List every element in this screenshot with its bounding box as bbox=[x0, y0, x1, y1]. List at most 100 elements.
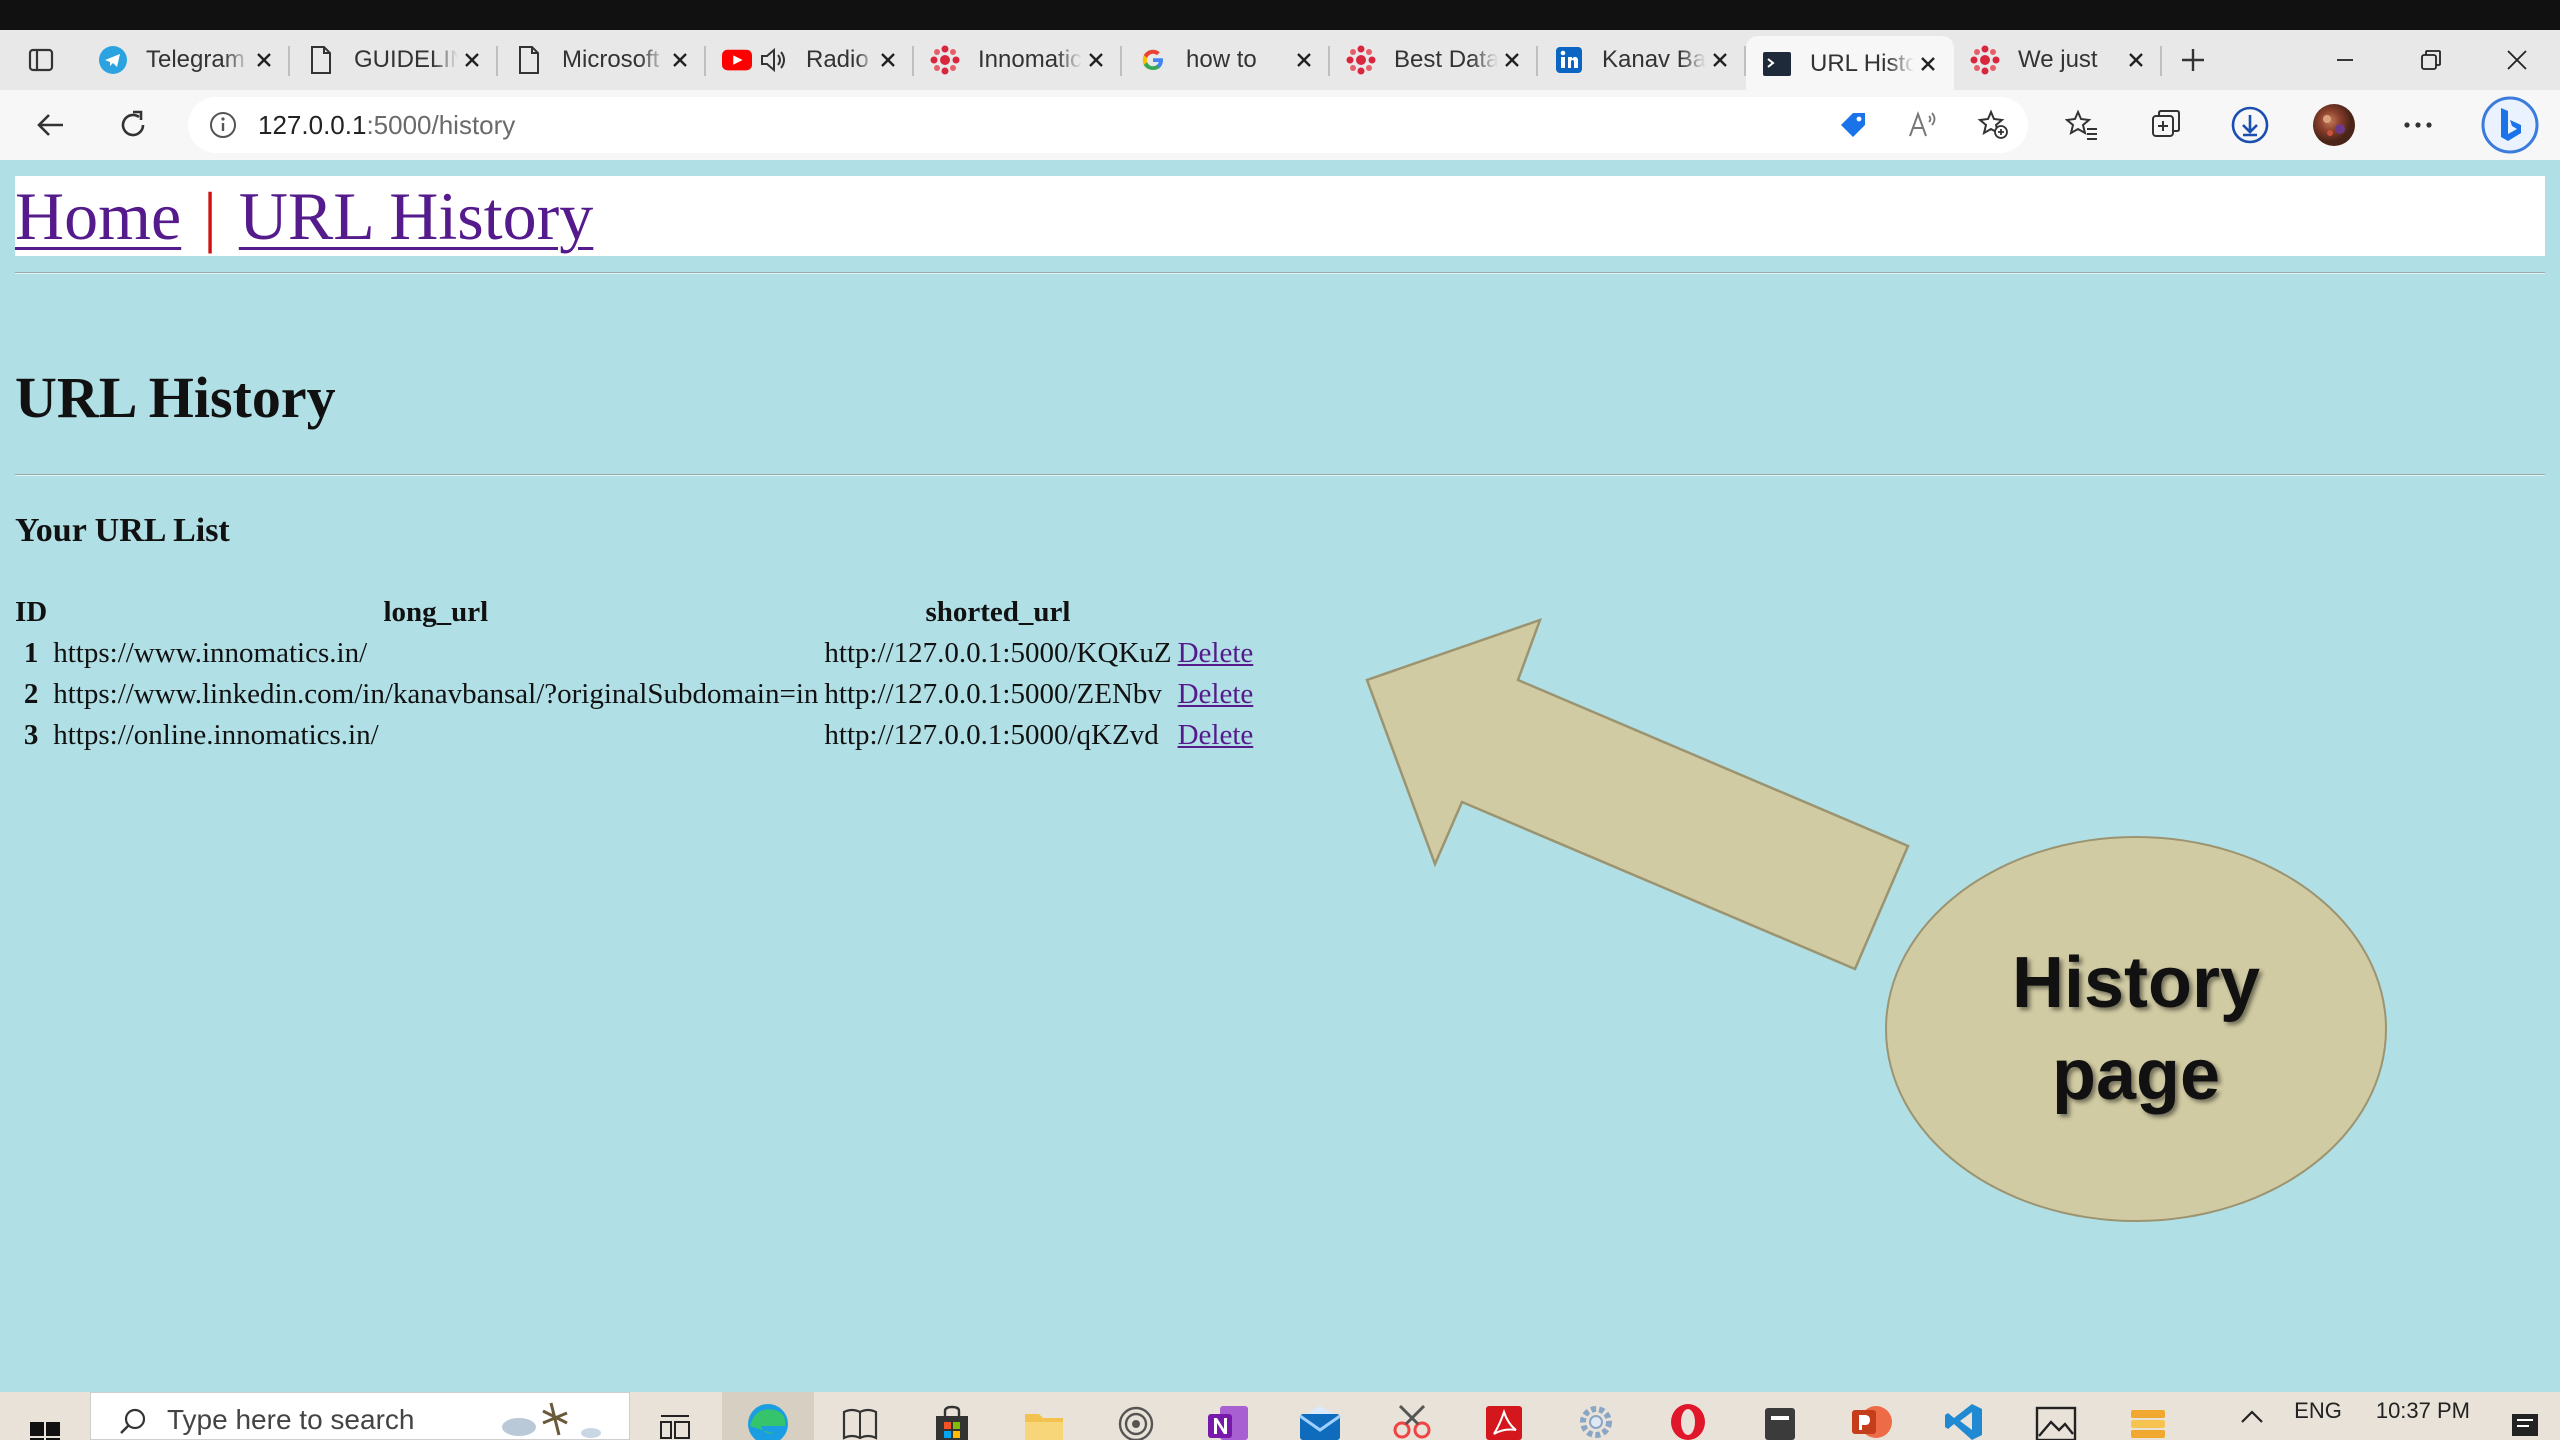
fingerprint-icon bbox=[1118, 1406, 1154, 1440]
close-icon[interactable] bbox=[458, 46, 486, 74]
taskbar-mail[interactable] bbox=[1274, 1392, 1366, 1440]
restore-button[interactable] bbox=[2388, 30, 2474, 90]
close-icon[interactable] bbox=[2122, 46, 2150, 74]
taskbar-photos[interactable] bbox=[2010, 1392, 2102, 1440]
delete-link[interactable]: Delete bbox=[1178, 637, 1254, 669]
read-aloud-icon[interactable] bbox=[1888, 97, 1958, 153]
divider bbox=[15, 272, 2545, 274]
bing-chat-button[interactable] bbox=[2460, 90, 2560, 160]
tab-title: We just bbox=[2018, 46, 2098, 73]
tab-radio[interactable]: Radio bbox=[706, 36, 914, 84]
taskbar-file-explorer[interactable] bbox=[998, 1392, 1090, 1440]
refresh-button[interactable] bbox=[92, 90, 174, 160]
tab-google-search[interactable]: how to bbox=[1122, 36, 1330, 84]
table-header-row: ID long_url shorted_url bbox=[15, 594, 1253, 631]
taskbar: Type here to search ENG 10:37 PM bbox=[0, 1392, 2560, 1440]
downloads-button[interactable] bbox=[2208, 90, 2292, 160]
tab-linkedin[interactable]: Kanav Bansal bbox=[1538, 36, 1746, 84]
close-icon[interactable] bbox=[666, 46, 694, 74]
column-header-short-url: shorted_url bbox=[925, 596, 1071, 628]
annotation-text: History page bbox=[2011, 943, 2261, 1115]
close-window-button[interactable] bbox=[2474, 30, 2560, 90]
close-icon[interactable] bbox=[1706, 46, 1734, 74]
mail-icon bbox=[1299, 1406, 1341, 1440]
close-icon bbox=[2507, 50, 2527, 70]
taskbar-snip[interactable] bbox=[1366, 1392, 1458, 1440]
favorites-button[interactable] bbox=[2040, 90, 2124, 160]
pdf-icon bbox=[1486, 1406, 1522, 1440]
taskbar-vscode[interactable] bbox=[1918, 1392, 2010, 1440]
taskbar-store[interactable] bbox=[906, 1392, 998, 1440]
add-favorite-icon[interactable] bbox=[1958, 97, 2028, 153]
window-top-strip bbox=[0, 0, 2560, 30]
taskbar-app-fingerprint[interactable] bbox=[1090, 1392, 1182, 1440]
tab-innomatics[interactable]: Innomatics bbox=[914, 36, 1122, 84]
short-url: http://127.0.0.1:5000/qKZvd bbox=[824, 719, 1159, 751]
minimize-button[interactable] bbox=[2302, 30, 2388, 90]
favorites-icon bbox=[2065, 109, 2097, 140]
photos-icon bbox=[2035, 1406, 2077, 1440]
taskbar-edge[interactable] bbox=[722, 1392, 814, 1440]
tab-title: Kanav Bansal bbox=[1602, 46, 1706, 73]
snip-icon bbox=[1393, 1404, 1431, 1439]
search-icon bbox=[120, 1408, 146, 1434]
tab-title: Radio bbox=[806, 46, 869, 73]
tab-telegram[interactable]: Telegram bbox=[82, 36, 290, 84]
address-bar[interactable]: 127.0.0.1:5000/history bbox=[188, 97, 2028, 153]
restore-icon bbox=[2421, 50, 2441, 70]
gear-icon bbox=[1580, 1406, 1612, 1438]
start-button[interactable] bbox=[0, 1392, 90, 1440]
close-icon[interactable] bbox=[1082, 46, 1110, 74]
address-url[interactable]: 127.0.0.1:5000/history bbox=[258, 110, 515, 141]
new-tab-button[interactable] bbox=[2162, 30, 2224, 90]
tab-microsoft[interactable]: Microsoft bbox=[498, 36, 706, 84]
taskbar-app-dark[interactable] bbox=[1734, 1392, 1826, 1440]
close-icon[interactable] bbox=[250, 46, 278, 74]
document-icon bbox=[514, 45, 544, 75]
info-icon[interactable] bbox=[188, 97, 258, 153]
taskbar-onenote[interactable] bbox=[1182, 1392, 1274, 1440]
clock[interactable]: 10:37 PM bbox=[2356, 1392, 2490, 1424]
taskbar-settings[interactable] bbox=[1550, 1392, 1642, 1440]
table-row: 3 https://online.innomatics.in/ http://1… bbox=[15, 717, 1253, 754]
show-hidden-icons-button[interactable] bbox=[2224, 1392, 2280, 1440]
shopping-tag-icon[interactable] bbox=[1818, 97, 1888, 153]
delete-link[interactable]: Delete bbox=[1178, 678, 1254, 710]
collections-button[interactable] bbox=[2124, 90, 2208, 160]
download-icon bbox=[2231, 106, 2269, 144]
browser-toolbar bbox=[2040, 90, 2560, 160]
delete-link[interactable]: Delete bbox=[1178, 719, 1254, 751]
url-history-link[interactable]: URL History bbox=[239, 177, 593, 256]
more-options-button[interactable] bbox=[2376, 90, 2460, 160]
nav-separator: | bbox=[203, 177, 217, 254]
task-view-icon bbox=[660, 1415, 690, 1439]
taskbar-app-stack[interactable] bbox=[2102, 1392, 2194, 1440]
taskbar-task-view[interactable] bbox=[630, 1392, 722, 1440]
taskbar-powerpoint[interactable] bbox=[1826, 1392, 1918, 1440]
taskbar-reader[interactable] bbox=[814, 1392, 906, 1440]
more-icon bbox=[2404, 122, 2432, 128]
row-id: 2 bbox=[23, 678, 39, 710]
telegram-icon bbox=[98, 45, 128, 75]
tab-url-history[interactable]: URL History bbox=[1746, 36, 1954, 92]
close-icon[interactable] bbox=[1498, 46, 1526, 74]
tab-actions-button[interactable] bbox=[0, 30, 82, 90]
taskbar-opera[interactable] bbox=[1642, 1392, 1734, 1440]
close-icon[interactable] bbox=[1914, 50, 1942, 78]
language-indicator[interactable]: ENG bbox=[2280, 1392, 2356, 1424]
notifications-button[interactable] bbox=[2490, 1392, 2560, 1440]
taskbar-acrobat[interactable] bbox=[1458, 1392, 1550, 1440]
home-link[interactable]: Home bbox=[15, 177, 181, 256]
speaker-icon[interactable] bbox=[758, 45, 788, 75]
profile-avatar[interactable] bbox=[2292, 90, 2376, 160]
tab-guidelines[interactable]: GUIDELINES bbox=[290, 36, 498, 84]
close-icon[interactable] bbox=[1290, 46, 1318, 74]
tab-we-just[interactable]: We just bbox=[1954, 36, 2162, 84]
taskbar-search-box[interactable]: Type here to search bbox=[90, 1392, 630, 1440]
back-button[interactable] bbox=[10, 90, 92, 160]
close-icon[interactable] bbox=[874, 46, 902, 74]
tab-best-data[interactable]: Best Data bbox=[1330, 36, 1538, 84]
app-icon bbox=[1765, 1408, 1795, 1440]
search-placeholder: Type here to search bbox=[167, 1404, 415, 1435]
row-id: 1 bbox=[23, 637, 39, 669]
